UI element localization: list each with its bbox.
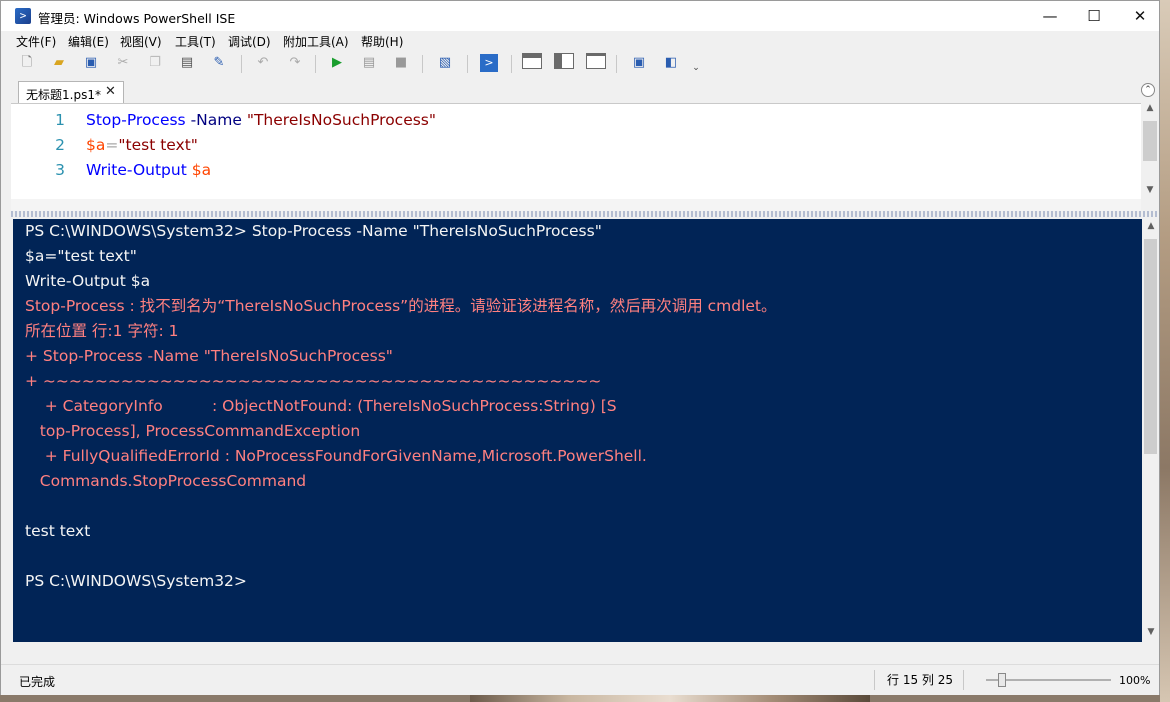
editor-horizontal-scrollbar[interactable] xyxy=(11,199,1141,211)
show-command-window-icon[interactable]: ▣ xyxy=(630,54,648,72)
editor-scroll-thumb[interactable] xyxy=(1143,121,1157,161)
scroll-down-icon[interactable]: ▼ xyxy=(1141,185,1159,195)
toolbar-overflow-icon[interactable]: ⌄ xyxy=(687,59,705,77)
status-text: 已完成 xyxy=(19,675,56,689)
collapse-script-pane-icon[interactable]: ⌃ xyxy=(1141,83,1155,97)
show-command-addon-icon[interactable]: ◧ xyxy=(662,54,680,72)
powershell-console-icon[interactable]: > xyxy=(480,54,498,72)
window-title: 管理员: Windows PowerShell ISE xyxy=(38,11,236,26)
console-line: PS C:\WINDOWS\System32> xyxy=(25,572,247,590)
run-selection-icon[interactable]: ▤ xyxy=(360,54,378,72)
show-script-pane-maximized-icon[interactable] xyxy=(586,53,606,69)
title-bar: > 管理员: Windows PowerShell ISE — ☐ ✕ xyxy=(1,1,1159,31)
console-error-line: 所在位置 行:1 字符: 1 xyxy=(25,322,179,340)
status-separator xyxy=(963,670,964,690)
cut-icon[interactable]: ✂ xyxy=(114,54,132,72)
remote-powershell-icon[interactable]: ▧ xyxy=(436,54,454,72)
menu-add-ons[interactable]: 附加工具(A) xyxy=(283,33,349,50)
desktop-background xyxy=(1160,0,1170,702)
code-token: "ThereIsNoSuchProcess" xyxy=(246,111,437,129)
console-vertical-scrollbar[interactable]: ▲ ▼ xyxy=(1142,219,1159,642)
scroll-up-icon[interactable]: ▲ xyxy=(1141,103,1159,113)
redo-icon[interactable]: ↷ xyxy=(286,54,304,72)
console-error-line: Commands.StopProcessCommand xyxy=(25,472,307,490)
code-content: Stop-Process -Name "ThereIsNoSuchProcess… xyxy=(86,108,436,133)
console-line: PS C:\WINDOWS\System32> Stop-Process -Na… xyxy=(25,222,602,240)
editor-vertical-scrollbar[interactable]: ▲ ▼ xyxy=(1141,103,1159,199)
code-content: Write-Output $a xyxy=(86,158,211,183)
menu-file[interactable]: 文件(F) xyxy=(16,33,56,50)
paste-icon[interactable]: ▤ xyxy=(178,54,196,72)
console-error-line: + ~~~~~~~~~~~~~~~~~~~~~~~~~~~~~~~~~~~~~~… xyxy=(25,372,602,390)
console-error-line: + CategoryInfo : ObjectNotFound: (ThereI… xyxy=(25,397,617,415)
clear-console-icon[interactable]: ✎ xyxy=(210,54,228,72)
cursor-position: 行 15 列 25 xyxy=(887,673,953,687)
powershell-app-icon: > xyxy=(15,8,31,24)
tab-close-icon[interactable]: ✕ xyxy=(105,84,116,99)
console-line: test text xyxy=(25,522,91,540)
status-separator xyxy=(874,670,875,690)
menu-debug[interactable]: 调试(D) xyxy=(228,33,271,50)
console-line: Write-Output $a xyxy=(25,272,151,290)
code-line[interactable]: 1 Stop-Process -Name "ThereIsNoSuchProces… xyxy=(11,108,1131,133)
console-error-line: + FullyQualifiedErrorId : NoProcessFound… xyxy=(25,447,647,465)
scroll-down-icon[interactable]: ▼ xyxy=(1142,627,1160,637)
minimize-button[interactable]: — xyxy=(1027,1,1073,31)
close-button[interactable]: ✕ xyxy=(1117,1,1163,31)
maximize-button[interactable]: ☐ xyxy=(1071,1,1117,31)
new-script-icon[interactable]: 🗋 xyxy=(18,54,36,72)
code-token: Stop-Process xyxy=(86,111,186,129)
code-line[interactable]: 3 Write-Output $a xyxy=(11,158,1131,183)
code-token: $a xyxy=(191,161,212,179)
code-token: -Name xyxy=(185,111,247,129)
line-number: 3 xyxy=(55,161,65,179)
pane-splitter[interactable] xyxy=(11,211,1159,217)
menu-help[interactable]: 帮助(H) xyxy=(361,33,403,50)
console-line: $a="test text" xyxy=(25,247,137,265)
run-script-icon[interactable]: ▶ xyxy=(328,54,346,72)
menu-bar: 文件(F) 编辑(E) 视图(V) 工具(T) 调试(D) 附加工具(A) 帮助… xyxy=(1,31,1159,51)
console-error-line: top-Process], ProcessCommandException xyxy=(25,422,361,440)
toolbar: 🗋 ▰ ▣ ✂ ❐ ▤ ✎ ↶ ↷ ▶ ▤ ■ ▧ > ▣ ◧ ⌄ xyxy=(1,51,1159,77)
show-script-pane-top-icon[interactable] xyxy=(522,53,542,69)
menu-view[interactable]: 视图(V) xyxy=(120,33,162,50)
zoom-level: 100% xyxy=(1119,674,1151,687)
code-content: $a="test text" xyxy=(86,133,198,158)
line-number: 2 xyxy=(55,136,65,154)
desktop-background-bottom xyxy=(470,694,870,702)
copy-icon[interactable]: ❐ xyxy=(146,54,164,72)
toolbar-separator xyxy=(315,55,316,73)
toolbar-separator xyxy=(511,55,512,73)
code-token: Write-Output xyxy=(86,161,192,179)
code-line[interactable]: 2 $a="test text" xyxy=(11,133,1131,158)
scroll-up-icon[interactable]: ▲ xyxy=(1142,221,1160,231)
toolbar-separator xyxy=(467,55,468,73)
zoom-slider-thumb[interactable] xyxy=(998,673,1006,687)
script-editor[interactable]: 1 Stop-Process -Name "ThereIsNoSuchProces… xyxy=(11,103,1141,200)
menu-tools[interactable]: 工具(T) xyxy=(175,33,216,50)
save-icon[interactable]: ▣ xyxy=(82,54,100,72)
console-pane[interactable]: PS C:\WINDOWS\System32> Stop-Process -Na… xyxy=(13,219,1142,642)
code-token: = xyxy=(105,136,119,154)
toolbar-separator xyxy=(616,55,617,73)
tab-label: 无标题1.ps1* xyxy=(26,88,101,102)
console-error-line: + Stop-Process -Name "ThereIsNoSuchProce… xyxy=(25,347,393,365)
powershell-ise-window: > 管理员: Windows PowerShell ISE — ☐ ✕ 文件(F… xyxy=(0,0,1160,695)
code-token: $a xyxy=(86,136,106,154)
show-script-pane-right-icon[interactable] xyxy=(554,53,574,69)
toolbar-separator xyxy=(241,55,242,73)
console-error-line: Stop-Process : 找不到名为“ThereIsNoSuchProces… xyxy=(25,297,777,315)
script-tab-strip: 无标题1.ps1* ✕ ⌃ xyxy=(11,79,1159,103)
tab-untitled1[interactable]: 无标题1.ps1* ✕ xyxy=(18,81,124,103)
line-number: 1 xyxy=(55,111,65,129)
undo-icon[interactable]: ↶ xyxy=(254,54,272,72)
menu-edit[interactable]: 编辑(E) xyxy=(68,33,109,50)
console-scroll-thumb[interactable] xyxy=(1144,239,1157,454)
open-icon[interactable]: ▰ xyxy=(50,54,68,72)
code-token: "test text" xyxy=(118,136,198,154)
stop-icon[interactable]: ■ xyxy=(392,54,410,72)
status-bar: 已完成 行 15 列 25 100% xyxy=(1,664,1159,695)
toolbar-separator xyxy=(422,55,423,73)
